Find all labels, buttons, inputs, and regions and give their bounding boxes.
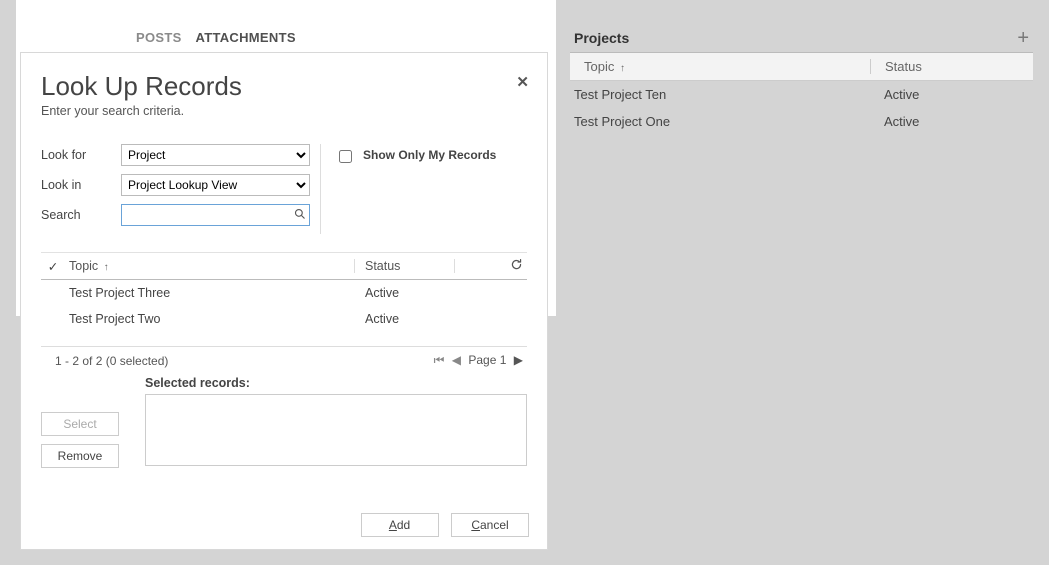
sort-asc-icon: ↑ — [620, 63, 625, 74]
pager: 1 - 2 of 2 (0 selected) ⏮ ◀ Page 1 ▶ — [41, 346, 527, 372]
look-for-select[interactable]: Project — [121, 144, 310, 166]
selected-records-label: Selected records: — [145, 376, 527, 390]
add-button-rest: dd — [397, 518, 410, 532]
show-only-my-records-checkbox[interactable] — [339, 150, 352, 163]
search-input[interactable] — [122, 206, 291, 224]
projects-cell-status: Active — [870, 87, 1033, 102]
selected-records-box[interactable] — [145, 394, 527, 466]
grid-cell-topic[interactable]: Test Project Three — [65, 286, 355, 300]
dialog-title: Look Up Records — [41, 71, 527, 102]
grid-row[interactable]: Test Project Three Active — [41, 280, 527, 306]
projects-cell-topic[interactable]: Test Project One — [570, 114, 870, 129]
grid-cell-topic[interactable]: Test Project Two — [65, 312, 355, 326]
pager-prev-icon[interactable]: ◀ — [452, 353, 461, 367]
select-button: Select — [41, 412, 119, 436]
grid-col-topic[interactable]: Topic ↑ — [65, 259, 355, 273]
pager-first-icon[interactable]: ⏮ — [434, 353, 445, 367]
lookup-records-dialog: ✕ Look Up Records Enter your search crit… — [20, 52, 548, 550]
dialog-subtitle: Enter your search criteria. — [41, 104, 527, 118]
cancel-button[interactable]: Cancel — [451, 513, 529, 537]
select-all-check-icon[interactable]: ✓ — [41, 259, 65, 274]
remove-button[interactable]: Remove — [41, 444, 119, 468]
projects-row[interactable]: Test Project One Active — [570, 108, 1033, 135]
search-wrapper — [121, 204, 310, 226]
projects-cell-status: Active — [870, 114, 1033, 129]
pager-next-icon[interactable]: ▶ — [514, 353, 523, 367]
projects-panel: Projects + Topic ↑ Status Test Project T… — [570, 30, 1033, 135]
look-in-select[interactable]: Project Lookup View — [121, 174, 310, 196]
look-in-label: Look in — [41, 178, 121, 192]
pager-page-label: Page 1 — [468, 353, 506, 367]
close-icon[interactable]: ✕ — [516, 73, 529, 91]
grid-col-status-label: Status — [365, 259, 400, 273]
cancel-button-rest: ancel — [480, 518, 509, 532]
add-project-icon[interactable]: + — [1017, 31, 1029, 45]
grid-cell-status: Active — [355, 312, 455, 326]
search-label: Search — [41, 208, 121, 222]
show-only-my-records-label: Show Only My Records — [363, 148, 496, 162]
projects-cell-topic[interactable]: Test Project Ten — [570, 87, 870, 102]
add-button[interactable]: Add — [361, 513, 439, 537]
refresh-icon[interactable] — [455, 258, 527, 274]
projects-title: Projects — [574, 30, 629, 46]
projects-col-status[interactable]: Status — [870, 59, 1033, 74]
projects-col-topic[interactable]: Topic ↑ — [570, 59, 870, 74]
content-tabs: POSTS ATTACHMENTS — [136, 30, 306, 45]
sort-asc-icon: ↑ — [104, 262, 109, 273]
pager-info: 1 - 2 of 2 (0 selected) — [55, 354, 168, 368]
grid-cell-status: Active — [355, 286, 455, 300]
search-icon[interactable] — [291, 208, 309, 223]
tab-posts[interactable]: POSTS — [136, 30, 182, 45]
results-grid: ✓ Topic ↑ Status Test Project Three Acti… — [41, 252, 527, 332]
projects-col-topic-label: Topic — [584, 59, 614, 74]
grid-col-topic-label: Topic — [69, 259, 98, 273]
grid-row[interactable]: Test Project Two Active — [41, 306, 527, 332]
look-for-label: Look for — [41, 148, 121, 162]
tab-attachments[interactable]: ATTACHMENTS — [196, 30, 296, 45]
projects-grid-header: Topic ↑ Status — [570, 52, 1033, 81]
projects-col-status-label: Status — [885, 59, 922, 74]
grid-col-status[interactable]: Status — [355, 259, 455, 273]
projects-row[interactable]: Test Project Ten Active — [570, 81, 1033, 108]
